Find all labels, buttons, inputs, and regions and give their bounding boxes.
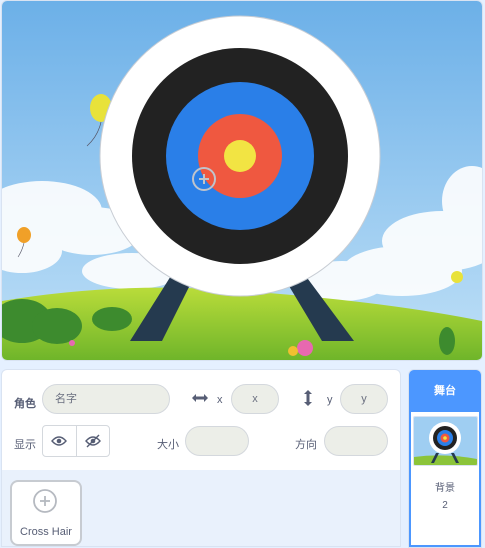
sprite-info-panel: 角色 x y 显示 大小 方向: [1, 369, 401, 471]
x-position-input[interactable]: [231, 384, 279, 414]
archery-target: [99, 15, 381, 297]
backdrops-label: 背景: [435, 483, 455, 494]
vertical-arrows-icon: [304, 390, 312, 406]
balloon-yellow-small: [451, 271, 463, 283]
sprite-label: 角色: [14, 398, 36, 410]
stage-selector[interactable]: 舞台 背景 2: [408, 369, 482, 548]
stage-pane-title: 舞台: [409, 370, 481, 412]
x-label: x: [217, 394, 223, 406]
show-button[interactable]: [43, 426, 77, 456]
direction-label: 方向: [295, 439, 317, 451]
sprite-name-input[interactable]: [42, 384, 170, 414]
eye-icon: [51, 436, 68, 446]
y-position-input[interactable]: [340, 384, 388, 414]
sprite-name: Cross Hair: [20, 526, 72, 538]
stage-scene: [2, 1, 482, 360]
backdrop-thumbnail: [413, 416, 478, 466]
backdrop-count: 2: [442, 500, 448, 511]
size-label: 大小: [157, 439, 179, 451]
stage-canvas[interactable]: [1, 0, 483, 361]
visibility-toggle: [42, 425, 110, 457]
size-input[interactable]: [185, 426, 249, 456]
direction-input[interactable]: [324, 426, 388, 456]
y-label: y: [327, 394, 333, 406]
eye-slash-icon: [84, 434, 101, 448]
horizontal-arrows-icon: [192, 394, 208, 402]
crosshair-icon: [33, 489, 57, 513]
backdrop-thumbnail-image: [414, 417, 477, 465]
sprite-tile-cross-hair[interactable]: Cross Hair: [10, 480, 82, 546]
hide-button[interactable]: [77, 426, 110, 456]
sprite-list: Cross Hair: [1, 470, 401, 547]
show-label: 显示: [14, 439, 36, 451]
